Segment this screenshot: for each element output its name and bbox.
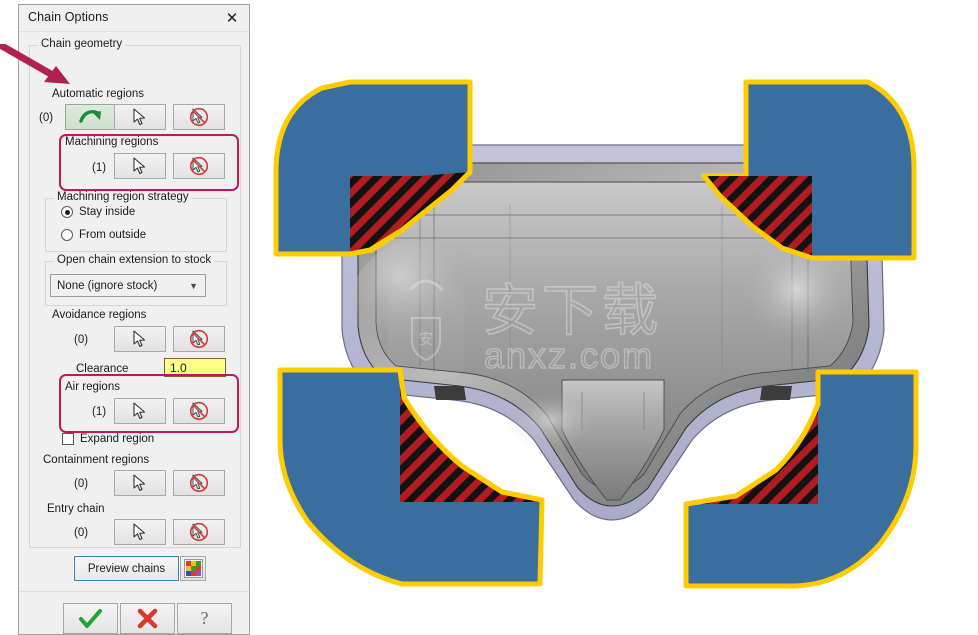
radio-stay-inside-label: Stay inside [79,206,136,218]
cursor-unpick-icon [189,473,209,493]
automatic-regions-count: (0) [39,112,54,124]
avoidance-regions-unpick-button[interactable] [173,326,225,352]
dialog-title: Chain Options [28,10,109,24]
dialog-titlebar: Chain Options ✕ [19,5,249,32]
containment-regions-count: (0) [74,478,89,490]
color-grid-button[interactable] [180,556,206,581]
cad-model-graphic: 安 安下载 anxz.com [273,79,919,589]
cursor-unpick-icon [189,156,209,176]
svg-text:anxz.com: anxz.com [484,335,654,376]
avoidance-regions-pick-button[interactable] [114,326,166,352]
help-button[interactable]: ? [177,603,232,634]
entry-chain-pick-button[interactable] [114,519,166,545]
group-chain-geometry-caption: Chain geometry [38,38,126,50]
air-regions-pick-button[interactable] [114,398,166,424]
air-regions-count: (1) [92,406,107,418]
group-machining-region-strategy-caption: Machining region strategy [54,191,192,203]
watermark: 安 安下载 anxz.com [387,278,659,379]
machining-regions-unpick-button[interactable] [173,153,225,179]
clearance-value: 1.0 [170,360,187,375]
svg-text:?: ? [201,608,209,628]
automatic-regions-label: Automatic regions [52,88,145,100]
radio-stay-inside-indicator [61,206,73,218]
containment-regions-unpick-button[interactable] [173,470,225,496]
containment-regions-pick-button[interactable] [114,470,166,496]
cursor-pick-icon [133,330,146,348]
air-regions-label: Air regions [65,381,120,393]
machining-regions-count: (1) [92,162,107,174]
ok-button[interactable] [63,603,118,634]
clearance-input[interactable]: 1.0 [164,358,226,377]
preview-chains-button[interactable]: Preview chains [73,555,180,582]
cursor-unpick-icon [189,107,209,127]
radio-from-outside[interactable]: From outside [61,229,146,241]
clearance-label: Clearance [76,363,129,375]
cursor-unpick-icon [189,329,209,349]
open-chain-extension-select[interactable]: None (ignore stock) ▼ [50,274,206,297]
chevron-down-icon: ▼ [189,280,198,291]
containment-regions-label: Containment regions [43,454,150,466]
entry-chain-label: Entry chain [47,503,105,515]
expand-region-checkbox[interactable]: Expand region [62,433,154,445]
svg-text:安: 安 [418,330,433,348]
cursor-pick-icon [133,108,146,126]
cursor-unpick-icon [189,401,209,421]
cursor-pick-icon [133,402,146,420]
3d-viewport[interactable]: 安 安下载 anxz.com [252,0,978,635]
close-icon[interactable]: ✕ [217,7,247,29]
expand-region-label: Expand region [80,433,155,445]
radio-from-outside-label: From outside [79,229,147,241]
group-open-chain-extension-caption: Open chain extension to stock [54,254,215,266]
automatic-regions-generate-button[interactable] [65,104,117,130]
chain-options-dialog: Chain Options ✕ Chain geometry Automatic… [18,4,250,635]
radio-from-outside-indicator [61,229,73,241]
green-curved-arrow-icon [79,110,101,123]
cursor-unpick-icon [189,522,209,542]
automatic-regions-pick-button[interactable] [114,104,166,130]
cursor-pick-icon [133,474,146,492]
green-check-icon [78,608,102,628]
app-root: 安 安下载 anxz.com Chain Options ✕ Chain geo… [0,0,978,635]
machining-regions-label: Machining regions [65,136,159,148]
cancel-button[interactable] [120,603,175,634]
avoidance-regions-count: (0) [74,334,89,346]
air-regions-unpick-button[interactable] [173,398,225,424]
open-chain-extension-value: None (ignore stock) [57,279,158,292]
automatic-regions-unpick-button[interactable] [173,104,225,130]
avoidance-regions-label: Avoidance regions [52,309,147,321]
cursor-pick-icon [133,523,146,541]
entry-chain-unpick-button[interactable] [173,519,225,545]
red-x-icon [137,608,158,629]
question-mark-icon: ? [201,608,209,628]
preview-chains-label: Preview chains [87,562,166,575]
machining-regions-pick-button[interactable] [114,153,166,179]
entry-chain-count: (0) [74,527,89,539]
footer-divider [19,591,249,592]
expand-region-checkbox-indicator [62,433,74,445]
radio-stay-inside[interactable]: Stay inside [61,206,135,218]
color-grid-icon [183,559,203,578]
cursor-pick-icon [133,157,146,175]
